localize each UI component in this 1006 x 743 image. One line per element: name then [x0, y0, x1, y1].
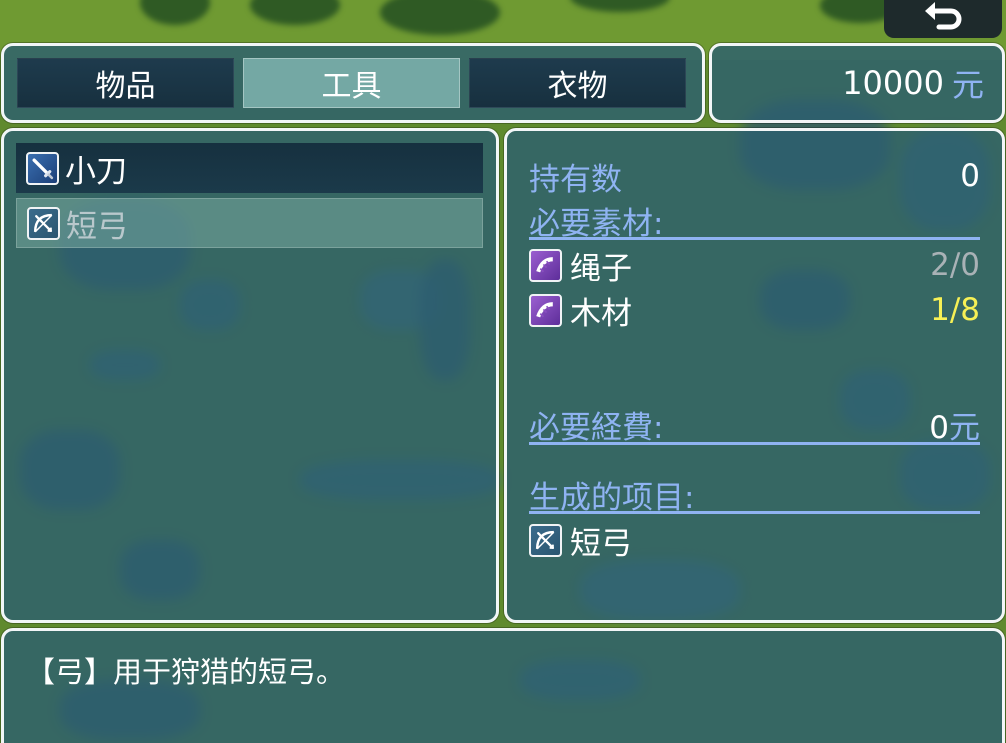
material-name: 木材 — [570, 295, 632, 332]
recipe-detail-window: 持有数 0 必要素材: 绳子 2/0 木材 1/8 必要経費: 0元 生成的项目… — [504, 128, 1005, 623]
cost-value: 0 — [929, 409, 949, 446]
rope-icon — [529, 248, 562, 282]
bow-icon — [529, 523, 562, 557]
tab-label: 衣物 — [547, 69, 608, 104]
result-heading: 生成的项目: — [529, 473, 980, 516]
materials-heading: 必要素材: — [529, 199, 980, 242]
result-item: 短弓 — [529, 519, 980, 562]
bow-icon — [27, 206, 60, 240]
divider — [529, 511, 980, 514]
return-arrow-icon — [925, 2, 962, 30]
list-item-short-bow[interactable]: 短弓 — [16, 198, 483, 248]
tab-label: 工具 — [321, 69, 382, 104]
owned-count-line: 持有数 0 — [529, 155, 980, 198]
gold-amount: 10000 — [842, 64, 944, 102]
material-row: 绳子 2/0 — [529, 244, 980, 287]
result-label: 生成的项目: — [529, 479, 695, 516]
materials-label: 必要素材: — [529, 205, 664, 242]
back-button[interactable] — [884, 0, 1002, 38]
cost-label: 必要経費: — [529, 409, 664, 446]
list-item-label: 短弓 — [66, 208, 128, 245]
help-text: 【弓】用于狩猎的短弓。 — [26, 655, 346, 689]
divider — [529, 442, 980, 445]
material-count: 2/0 — [930, 247, 980, 283]
owned-label: 持有数 — [529, 161, 622, 198]
owned-value: 0 — [960, 158, 980, 194]
knife-icon — [26, 151, 59, 185]
cost-unit: 元 — [949, 409, 980, 446]
recipe-list-window: 小刀 短弓 — [1, 128, 499, 623]
material-row: 木材 1/8 — [529, 289, 980, 332]
material-count: 1/8 — [930, 292, 980, 328]
list-item-knife[interactable]: 小刀 — [16, 143, 483, 193]
gold-unit: 元 — [951, 66, 984, 104]
help-window: 【弓】用于狩猎的短弓。 — [1, 628, 1005, 743]
tab-items[interactable]: 物品 — [17, 58, 234, 108]
list-item-label: 小刀 — [65, 153, 127, 190]
cost-line: 必要経費: 0元 — [529, 403, 980, 446]
result-item-name: 短弓 — [570, 525, 632, 562]
material-name: 绳子 — [570, 250, 632, 287]
tab-clothing[interactable]: 衣物 — [469, 58, 686, 108]
divider — [529, 237, 980, 240]
tab-tools[interactable]: 工具 — [243, 58, 460, 108]
tab-label: 物品 — [95, 69, 156, 104]
category-tabs-window: 物品 工具 衣物 — [1, 43, 705, 123]
gold-window: 10000 元 — [709, 43, 1005, 123]
wood-icon — [529, 293, 562, 327]
